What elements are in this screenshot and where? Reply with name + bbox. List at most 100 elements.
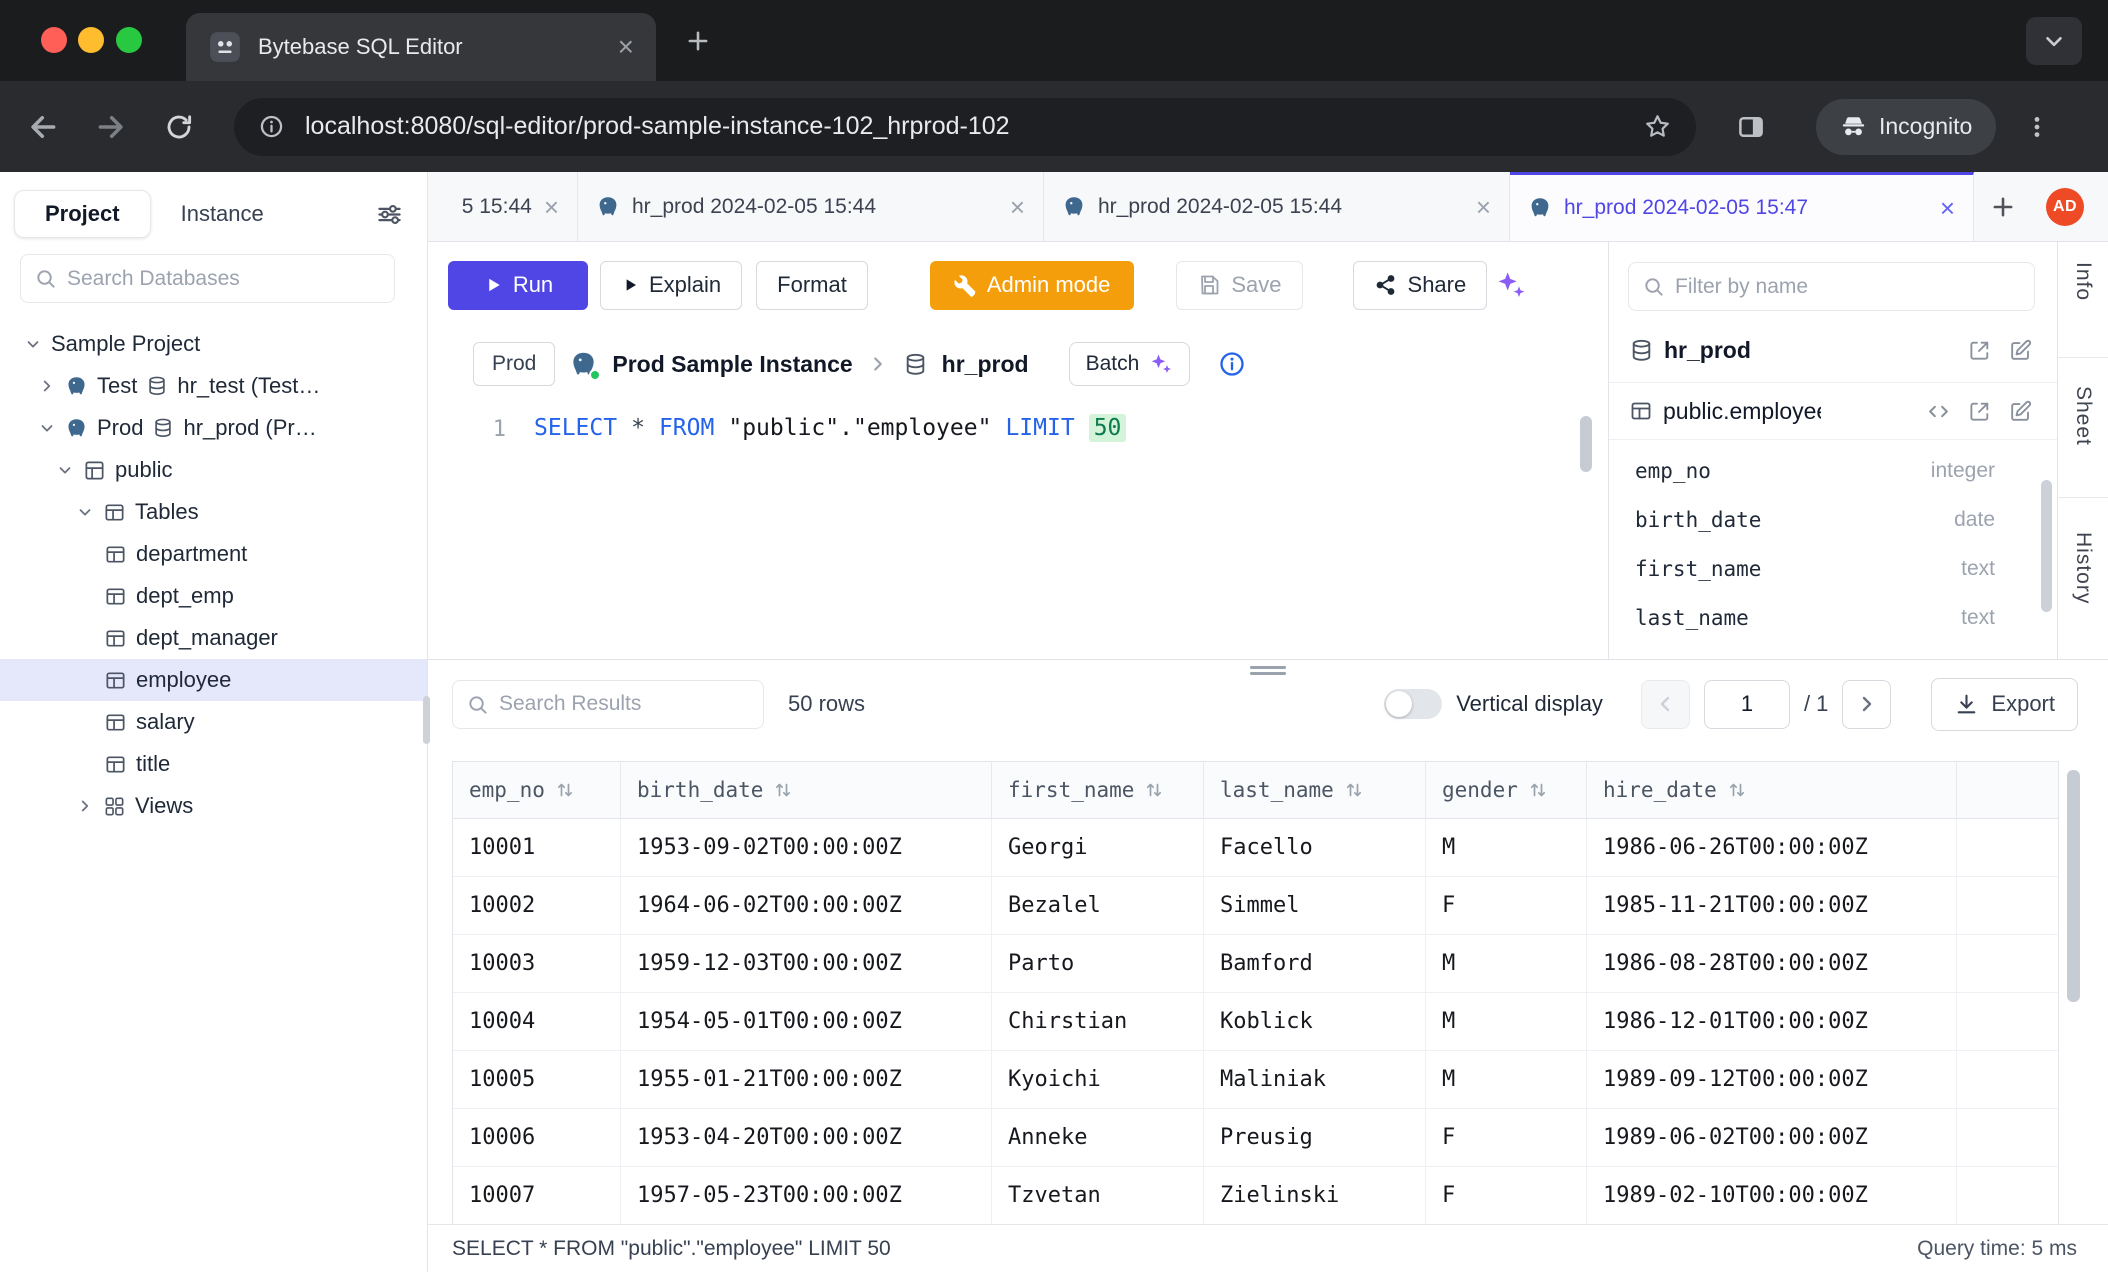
database-search-input[interactable] xyxy=(67,267,381,291)
table-cell[interactable]: 1985-11-21T00:00:00Z xyxy=(1587,877,1957,935)
tree-item-test[interactable]: Testhr_test (Test… xyxy=(0,365,427,407)
table-cell[interactable]: 1989-02-10T00:00:00Z xyxy=(1587,1167,1957,1225)
save-button[interactable]: Save xyxy=(1176,261,1302,310)
column-item-last_name[interactable]: last_nametext xyxy=(1609,593,2057,642)
vertical-display-toggle[interactable] xyxy=(1384,689,1442,719)
bookmark-star-icon[interactable] xyxy=(1643,112,1672,141)
tab-search-chevron-button[interactable] xyxy=(2026,17,2082,65)
sidebar-tab-instance[interactable]: Instance xyxy=(181,201,264,227)
table-cell[interactable]: Kyoichi xyxy=(992,1051,1204,1109)
schema-table-row[interactable]: public.employee xyxy=(1609,382,2057,440)
panel-tab-sheet[interactable]: Sheet xyxy=(2058,358,2108,498)
schema-filter[interactable] xyxy=(1628,262,2035,311)
forward-button[interactable] xyxy=(94,110,128,144)
export-button[interactable]: Export xyxy=(1931,678,2078,731)
ai-sparkle-icon[interactable] xyxy=(1495,269,1527,301)
schema-scrollbar[interactable] xyxy=(2041,480,2052,612)
schema-filter-input[interactable] xyxy=(1675,275,2021,299)
table-cell[interactable]: Facello xyxy=(1204,819,1426,877)
instance-name[interactable]: Prod Sample Instance xyxy=(612,351,852,378)
table-cell[interactable]: 1954-05-01T00:00:00Z xyxy=(621,993,992,1051)
query-tab[interactable]: hr_prod 2024-02-05 15:44× xyxy=(1044,172,1510,241)
back-button[interactable] xyxy=(26,110,60,144)
table-cell[interactable]: 1959-12-03T00:00:00Z xyxy=(621,935,992,993)
table-cell[interactable]: Anneke xyxy=(992,1109,1204,1167)
column-header-emp_no[interactable]: emp_no xyxy=(453,762,621,819)
tree-item-dept-emp[interactable]: dept_emp xyxy=(0,575,427,617)
table-cell[interactable]: M xyxy=(1426,993,1587,1051)
table-cell[interactable]: 1953-04-20T00:00:00Z xyxy=(621,1109,992,1167)
table-cell[interactable]: 10002 xyxy=(453,877,621,935)
table-cell[interactable]: 1986-06-26T00:00:00Z xyxy=(1587,819,1957,877)
panel-tab-info[interactable]: Info xyxy=(2058,242,2108,358)
table-cell[interactable]: F xyxy=(1426,1167,1587,1225)
table-cell[interactable]: Chirstian xyxy=(992,993,1204,1051)
external-link-icon[interactable] xyxy=(1967,399,1992,424)
explain-button[interactable]: Explain xyxy=(600,261,742,310)
column-item-birth_date[interactable]: birth_datedate xyxy=(1609,495,2057,544)
add-query-tab-button[interactable] xyxy=(1974,172,2032,241)
side-panel-icon[interactable] xyxy=(1736,112,1766,142)
edit-icon[interactable] xyxy=(2008,399,2033,424)
code-icon[interactable] xyxy=(1926,399,1951,424)
table-cell[interactable]: 10006 xyxy=(453,1109,621,1167)
tree-item-salary[interactable]: salary xyxy=(0,701,427,743)
tree-item-tables[interactable]: Tables xyxy=(0,491,427,533)
column-item-first_name[interactable]: first_nametext xyxy=(1609,544,2057,593)
query-tab-active[interactable]: hr_prod 2024-02-05 15:47× xyxy=(1510,172,1974,241)
admin-mode-button[interactable]: Admin mode xyxy=(930,261,1135,310)
table-cell[interactable]: Koblick xyxy=(1204,993,1426,1051)
reload-button[interactable] xyxy=(164,112,194,142)
close-icon[interactable]: × xyxy=(1476,194,1491,220)
database-name[interactable]: hr_prod xyxy=(942,351,1029,378)
close-icon[interactable]: × xyxy=(618,33,634,61)
table-cell[interactable]: Parto xyxy=(992,935,1204,993)
window-minimize-button[interactable] xyxy=(78,27,104,53)
edit-icon[interactable] xyxy=(2008,338,2033,363)
table-cell[interactable]: 1986-08-28T00:00:00Z xyxy=(1587,935,1957,993)
sidebar-tab-project[interactable]: Project xyxy=(14,190,151,238)
table-cell[interactable]: 1957-05-23T00:00:00Z xyxy=(621,1167,992,1225)
table-cell[interactable]: Georgi xyxy=(992,819,1204,877)
results-search-input[interactable] xyxy=(499,692,750,716)
panel-tab-history[interactable]: History xyxy=(2058,498,2108,659)
column-header-last_name[interactable]: last_name xyxy=(1204,762,1426,819)
tree-item-title[interactable]: title xyxy=(0,743,427,785)
tree-item-sample-project[interactable]: Sample Project xyxy=(0,323,427,365)
column-item-emp_no[interactable]: emp_nointeger xyxy=(1609,446,2057,495)
format-button[interactable]: Format xyxy=(756,261,868,310)
tree-item-prod[interactable]: Prodhr_prod (Pr… xyxy=(0,407,427,449)
table-cell[interactable]: M xyxy=(1426,935,1587,993)
table-cell[interactable]: Zielinski xyxy=(1204,1167,1426,1225)
results-scrollbar[interactable] xyxy=(2067,770,2080,1002)
close-icon[interactable]: × xyxy=(544,194,559,220)
query-tab[interactable]: 5 15:44× xyxy=(428,172,578,241)
sidebar-resize-handle[interactable] xyxy=(423,696,430,744)
table-cell[interactable]: 1955-01-21T00:00:00Z xyxy=(621,1051,992,1109)
tune-icon[interactable] xyxy=(376,201,403,228)
site-info-icon[interactable] xyxy=(258,113,285,140)
database-search[interactable] xyxy=(20,254,395,303)
editor-scrollbar[interactable] xyxy=(1580,416,1592,472)
table-cell[interactable]: Preusig xyxy=(1204,1109,1426,1167)
table-cell[interactable]: 1986-12-01T00:00:00Z xyxy=(1587,993,1957,1051)
column-header-first_name[interactable]: first_name xyxy=(992,762,1204,819)
table-cell[interactable]: 1989-06-02T00:00:00Z xyxy=(1587,1109,1957,1167)
column-header-gender[interactable]: gender xyxy=(1426,762,1587,819)
next-page-button[interactable] xyxy=(1842,680,1891,729)
sql-editor[interactable]: 1 SELECT * FROM "public"."employee" LIMI… xyxy=(428,400,1608,659)
user-avatar[interactable]: AD xyxy=(2046,188,2084,226)
previous-page-button[interactable] xyxy=(1641,680,1690,729)
table-cell[interactable]: M xyxy=(1426,1051,1587,1109)
new-tab-button[interactable] xyxy=(676,19,720,63)
tree-item-dept-manager[interactable]: dept_manager xyxy=(0,617,427,659)
close-icon[interactable]: × xyxy=(1010,194,1025,220)
environment-badge[interactable]: Prod xyxy=(473,342,555,386)
column-header-hire_date[interactable]: hire_date xyxy=(1587,762,1957,819)
tree-item-public[interactable]: public xyxy=(0,449,427,491)
window-close-button[interactable] xyxy=(41,27,67,53)
batch-button[interactable]: Batch xyxy=(1069,342,1191,386)
browser-tab[interactable]: Bytebase SQL Editor × xyxy=(186,13,656,81)
table-cell[interactable]: Tzvetan xyxy=(992,1167,1204,1225)
table-cell[interactable]: Simmel xyxy=(1204,877,1426,935)
